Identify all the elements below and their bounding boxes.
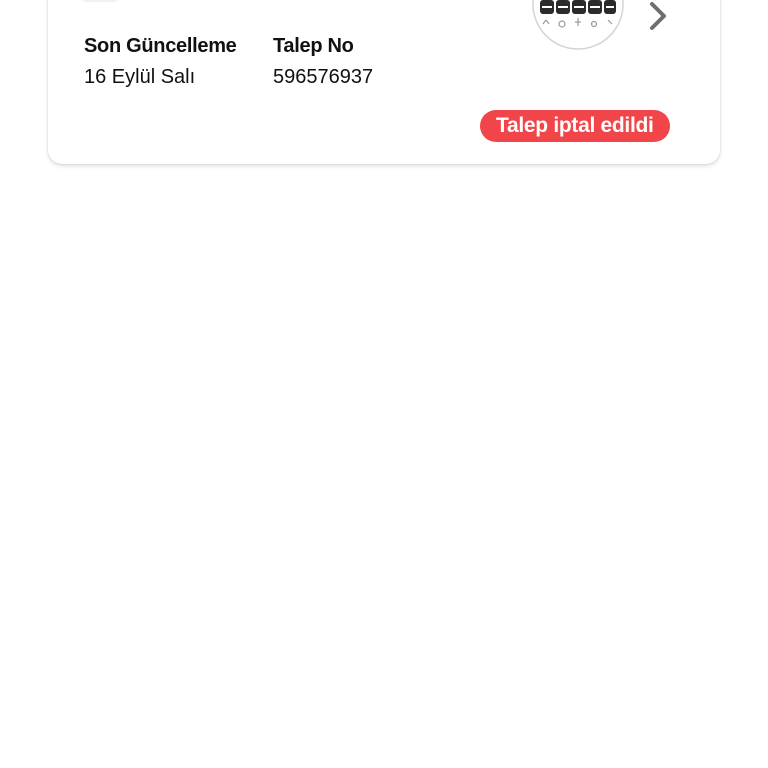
request-number-label: Talep No [273, 35, 354, 57]
last-updated-label: Son Güncelleme [84, 35, 237, 57]
product-thumbnail [530, 0, 626, 50]
request-number-value: 596576937 [273, 66, 374, 88]
chevron-right-icon[interactable] [644, 0, 672, 36]
last-updated-value: 16 Eylül Salı [84, 66, 196, 88]
request-card[interactable]: Son Güncelleme 16 Eylül Salı Talep No 59… [48, 0, 720, 164]
card-top-element [82, 0, 118, 2]
last-updated-field: Son Güncelleme 16 Eylül Salı [84, 33, 237, 90]
status-badge: Talep iptal edildi [480, 110, 670, 142]
request-number-field: Talep No 596576937 [273, 33, 373, 90]
